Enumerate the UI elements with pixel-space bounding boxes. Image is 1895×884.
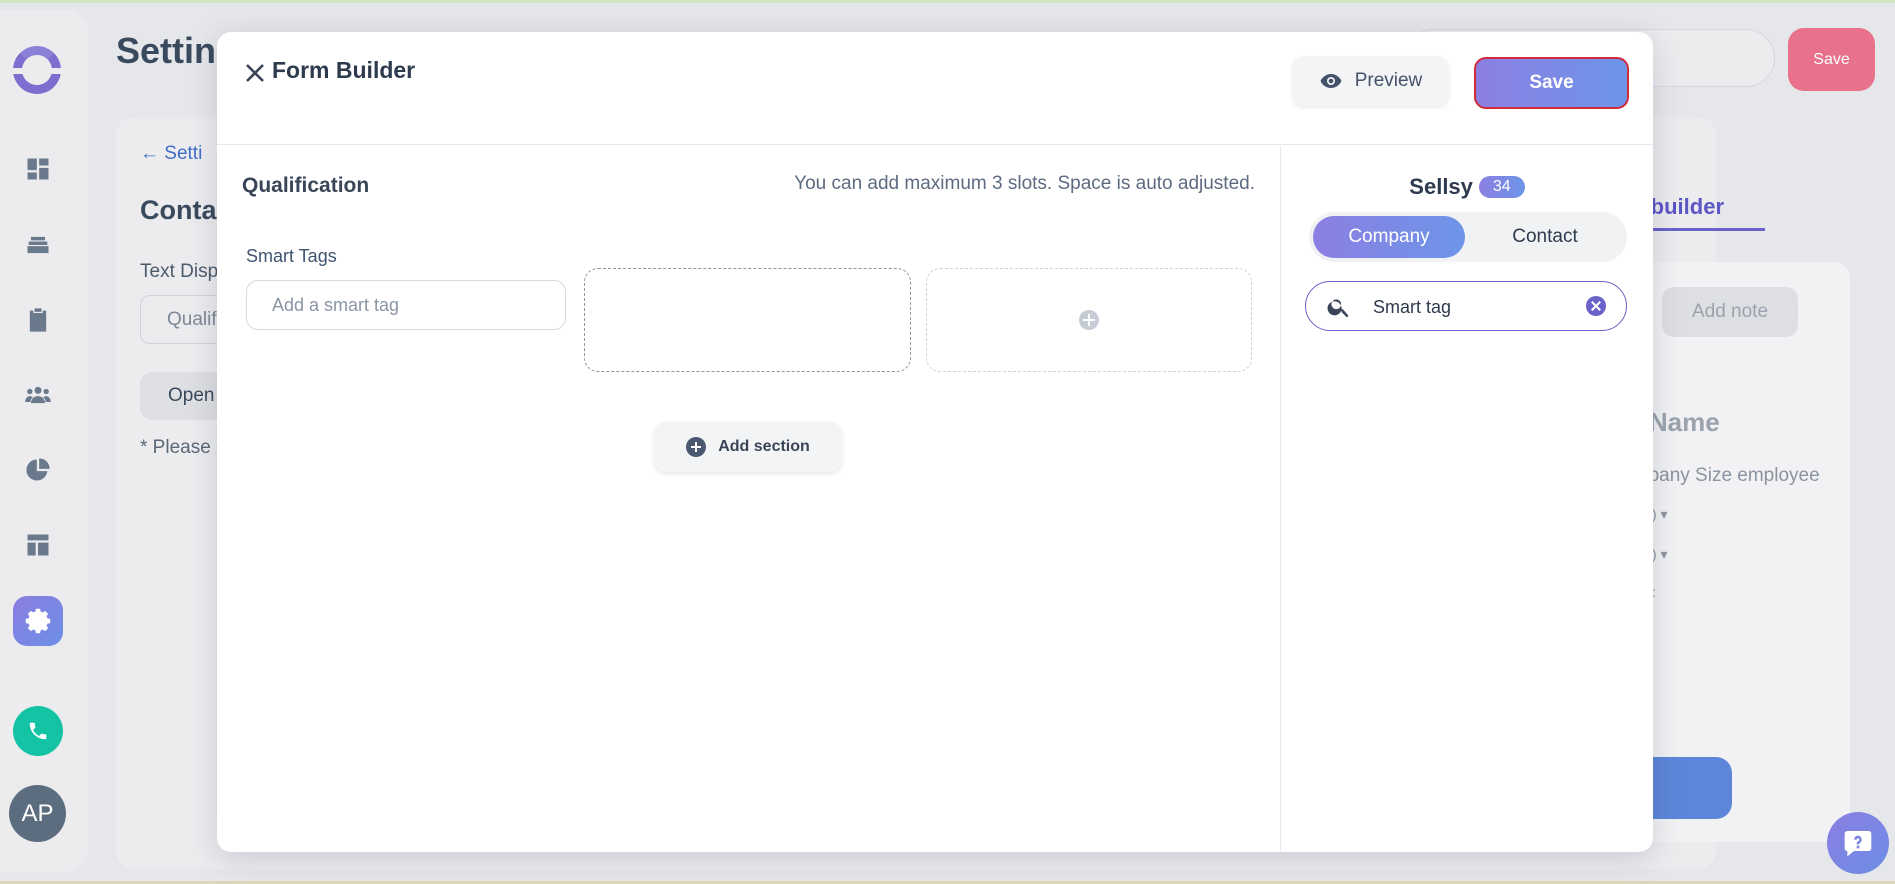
preview-label: Preview [1354,70,1423,91]
toggle-contact[interactable]: Contact [1469,216,1621,258]
close-icon[interactable] [244,62,266,84]
page-save-button[interactable]: Save [1788,28,1875,91]
preview-button[interactable]: Preview [1292,56,1449,106]
dashboard-icon[interactable] [13,144,63,194]
primary-action-button[interactable] [1640,757,1732,819]
call-button[interactable] [13,706,63,756]
gear-icon[interactable] [13,596,63,646]
add-section-label: Add section [718,438,810,455]
dropdown-1[interactable]: ) ▾ [1652,506,1668,523]
company-size-label: npany Size employee [1638,465,1820,486]
phone-icon [29,722,47,740]
smart-tag-input[interactable] [246,280,566,330]
add-slot[interactable] [926,268,1252,372]
modal-title: Form Builder [272,57,416,83]
empty-slot[interactable] [584,268,911,372]
modal-header: Form Builder Preview Save [217,32,1653,145]
back-link[interactable]: ← Setti [140,143,202,165]
help-chat-icon [1844,831,1872,857]
search-icon [1326,294,1352,320]
pie-chart-icon[interactable] [13,445,63,495]
provider-name: Sellsy [1409,174,1473,199]
text-display-label: Text Disp [140,261,219,282]
clear-search-icon[interactable] [1586,296,1606,316]
provider-header: Sellsy 34 [1281,174,1653,200]
plus-circle-icon [686,437,707,457]
page-title: Settin [116,30,217,71]
field-source-panel: Sellsy 34 Company Contact [1281,146,1653,852]
slot-hint: You can add maximum 3 slots. Space is au… [794,173,1255,194]
top-border [0,0,1895,3]
form-canvas: Qualification You can add maximum 3 slot… [217,146,1280,852]
back-link-label: Setti [164,143,203,164]
entity-toggle: Company Contact [1309,212,1627,262]
form-builder-modal: Form Builder Preview Save Qualification … [217,32,1653,852]
avatar[interactable]: AP [9,785,66,842]
app-logo[interactable] [10,46,64,94]
save-button[interactable]: Save [1474,57,1629,109]
add-note-button[interactable]: Add note [1662,287,1798,337]
clipboard-icon[interactable] [13,295,63,345]
preview-card [1640,262,1850,842]
section-title: Qualification [242,174,370,197]
help-button[interactable] [1827,812,1889,874]
dropdown-2[interactable]: ) ▾ [1652,546,1668,563]
eye-icon [1320,74,1342,88]
layout-icon[interactable] [13,520,63,570]
provider-count-badge: 34 [1478,176,1525,198]
add-section-button[interactable]: Add section [654,422,842,472]
toggle-company[interactable]: Company [1313,216,1465,258]
layers-icon[interactable] [13,220,63,270]
note-text: * Please c [140,437,226,458]
field-search [1305,281,1627,331]
smart-tags-label: Smart Tags [246,246,337,266]
contact-heading: Conta [140,195,217,225]
people-icon[interactable] [13,370,63,420]
field-search-input[interactable] [1373,294,1573,320]
plus-circle-icon [1079,310,1099,330]
